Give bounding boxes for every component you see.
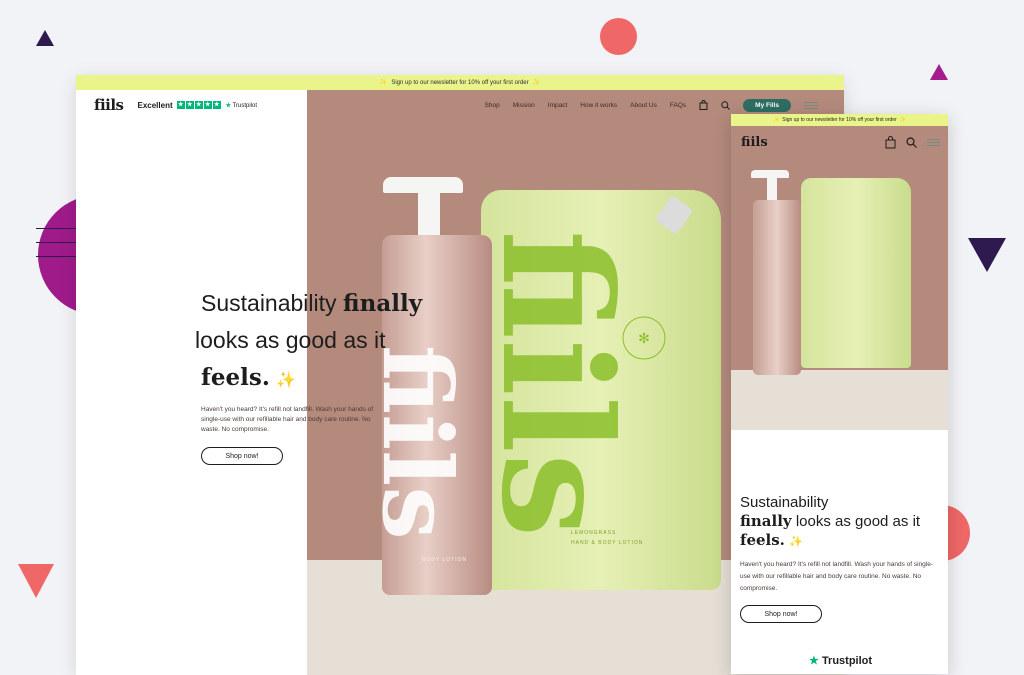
star-icon: ★ — [185, 101, 194, 109]
mobile-hero-floor — [731, 370, 948, 430]
menu-icon[interactable] — [927, 138, 940, 146]
nav-item-mission[interactable]: Mission — [513, 102, 535, 109]
decor-triangle-navy — [36, 30, 54, 46]
hero-body: Haven't you heard? It's refill not landf… — [201, 406, 374, 433]
nav-item-about-us[interactable]: About Us — [630, 102, 657, 109]
headline-part: Sustainability — [201, 290, 343, 316]
mobile-bottle-image — [753, 200, 801, 375]
bottle-pump-neck — [418, 191, 440, 239]
headline-emphasis: finally — [740, 512, 792, 530]
star-icon: ★ — [203, 101, 212, 109]
sparkle-icon: ✨ — [276, 372, 297, 389]
pouch-label-scent: LEMONGRASS — [571, 530, 617, 536]
nav-item-impact[interactable]: Impact — [548, 102, 568, 109]
headline-emphasis: feels. — [740, 531, 785, 549]
pouch-label-type: HAND & BODY LOTION — [571, 540, 644, 546]
trustpilot-rating-label: Excellent — [137, 100, 173, 110]
mobile-header: fiils — [731, 126, 948, 158]
banner-sparkle-icon: ✨ — [379, 80, 388, 86]
menu-icon[interactable] — [804, 101, 818, 109]
mobile-pump-neck — [767, 177, 777, 201]
star-icon: ★ — [176, 101, 185, 109]
decor-circle-coral — [600, 18, 637, 55]
trustpilot-brand: Trustpilot — [232, 102, 258, 109]
mobile-header-icons — [885, 135, 940, 149]
mobile-hero-image — [731, 158, 948, 430]
trustpilot-stars: ★ ★ ★ ★ ★ — [176, 101, 222, 109]
main-nav: Shop Mission Impact How it works About U… — [485, 98, 818, 112]
decor-triangle-magenta — [930, 64, 948, 80]
mobile-banner-text: Sign up to our newsletter for 10% off yo… — [782, 117, 897, 123]
trustpilot-widget[interactable]: Excellent ★ ★ ★ ★ ★ ★ Trustpilot — [138, 101, 258, 110]
search-icon[interactable] — [906, 136, 917, 148]
nav-item-how-it-works[interactable]: How it works — [580, 102, 617, 109]
site-header: fiils Excellent ★ ★ ★ ★ ★ ★ Trustpilot S… — [76, 90, 844, 120]
newsletter-banner[interactable]: ✨ Sign up to our newsletter for 10% off … — [76, 75, 844, 90]
trustpilot-star-icon: ★ — [809, 655, 819, 667]
nav-item-shop[interactable]: Shop — [485, 102, 500, 109]
headline-part: looks as good as it — [195, 327, 386, 353]
hero-copy: Sustainability finally looks as good as … — [195, 285, 521, 465]
mobile-pouch-image — [801, 178, 911, 368]
trustpilot-star-icon: ★ — [225, 102, 232, 109]
trustpilot-logo: ★ Trustpilot — [226, 102, 257, 109]
svg-text:✻: ✻ — [638, 330, 650, 346]
search-icon[interactable] — [721, 100, 731, 110]
mobile-hero-body: Haven't you heard? It's refill not landf… — [740, 561, 934, 592]
decor-triangle-down-navy — [968, 238, 1006, 272]
headline-part: Sustainability — [740, 494, 829, 511]
nav-item-faqs[interactable]: FAQs — [670, 102, 686, 109]
mobile-site-logo[interactable]: fiils — [741, 135, 768, 150]
sparkle-icon: ✨ — [789, 536, 803, 548]
bag-icon[interactable] — [699, 100, 708, 110]
decor-triangle-down-coral — [18, 564, 54, 598]
shop-now-button[interactable]: Shop now! — [201, 447, 283, 465]
headline-emphasis: feels. — [201, 364, 270, 391]
mobile-mockup: ✨ Sign up to our newsletter for 10% off … — [731, 114, 948, 674]
site-logo[interactable]: fiils — [94, 96, 124, 114]
mobile-newsletter-banner[interactable]: ✨ Sign up to our newsletter for 10% off … — [731, 114, 948, 126]
mobile-trustpilot-logo[interactable]: ★ Trustpilot — [809, 654, 872, 667]
star-icon: ★ — [194, 101, 203, 109]
banner-sparkle-icon: ✨ — [532, 80, 541, 86]
desktop-mockup: ✨ Sign up to our newsletter for 10% off … — [76, 75, 844, 675]
banner-sparkle-icon: ✨ — [899, 117, 906, 123]
banner-sparkle-icon: ✨ — [773, 117, 780, 123]
mobile-hero-copy: Sustainability finally looks as good as … — [740, 494, 940, 623]
decor-lines — [36, 228, 80, 257]
bottle-label: BODY LOTION — [422, 557, 468, 563]
my-fills-button[interactable]: My Fills — [743, 98, 791, 112]
mobile-hero-headline: Sustainability finally looks as good as … — [740, 494, 940, 551]
mobile-trustpilot-brand: Trustpilot — [821, 655, 873, 667]
banner-text: Sign up to our newsletter for 10% off yo… — [391, 79, 529, 86]
headline-emphasis: finally — [342, 290, 423, 317]
pouch-seal-icon: ✻ — [622, 316, 666, 360]
mobile-shop-now-button[interactable]: Shop now! — [740, 605, 822, 623]
headline-part: looks as good as it — [791, 513, 921, 530]
hero-headline: Sustainability finally looks as good as … — [195, 285, 521, 399]
star-icon: ★ — [212, 101, 221, 109]
bag-icon[interactable] — [885, 135, 896, 149]
